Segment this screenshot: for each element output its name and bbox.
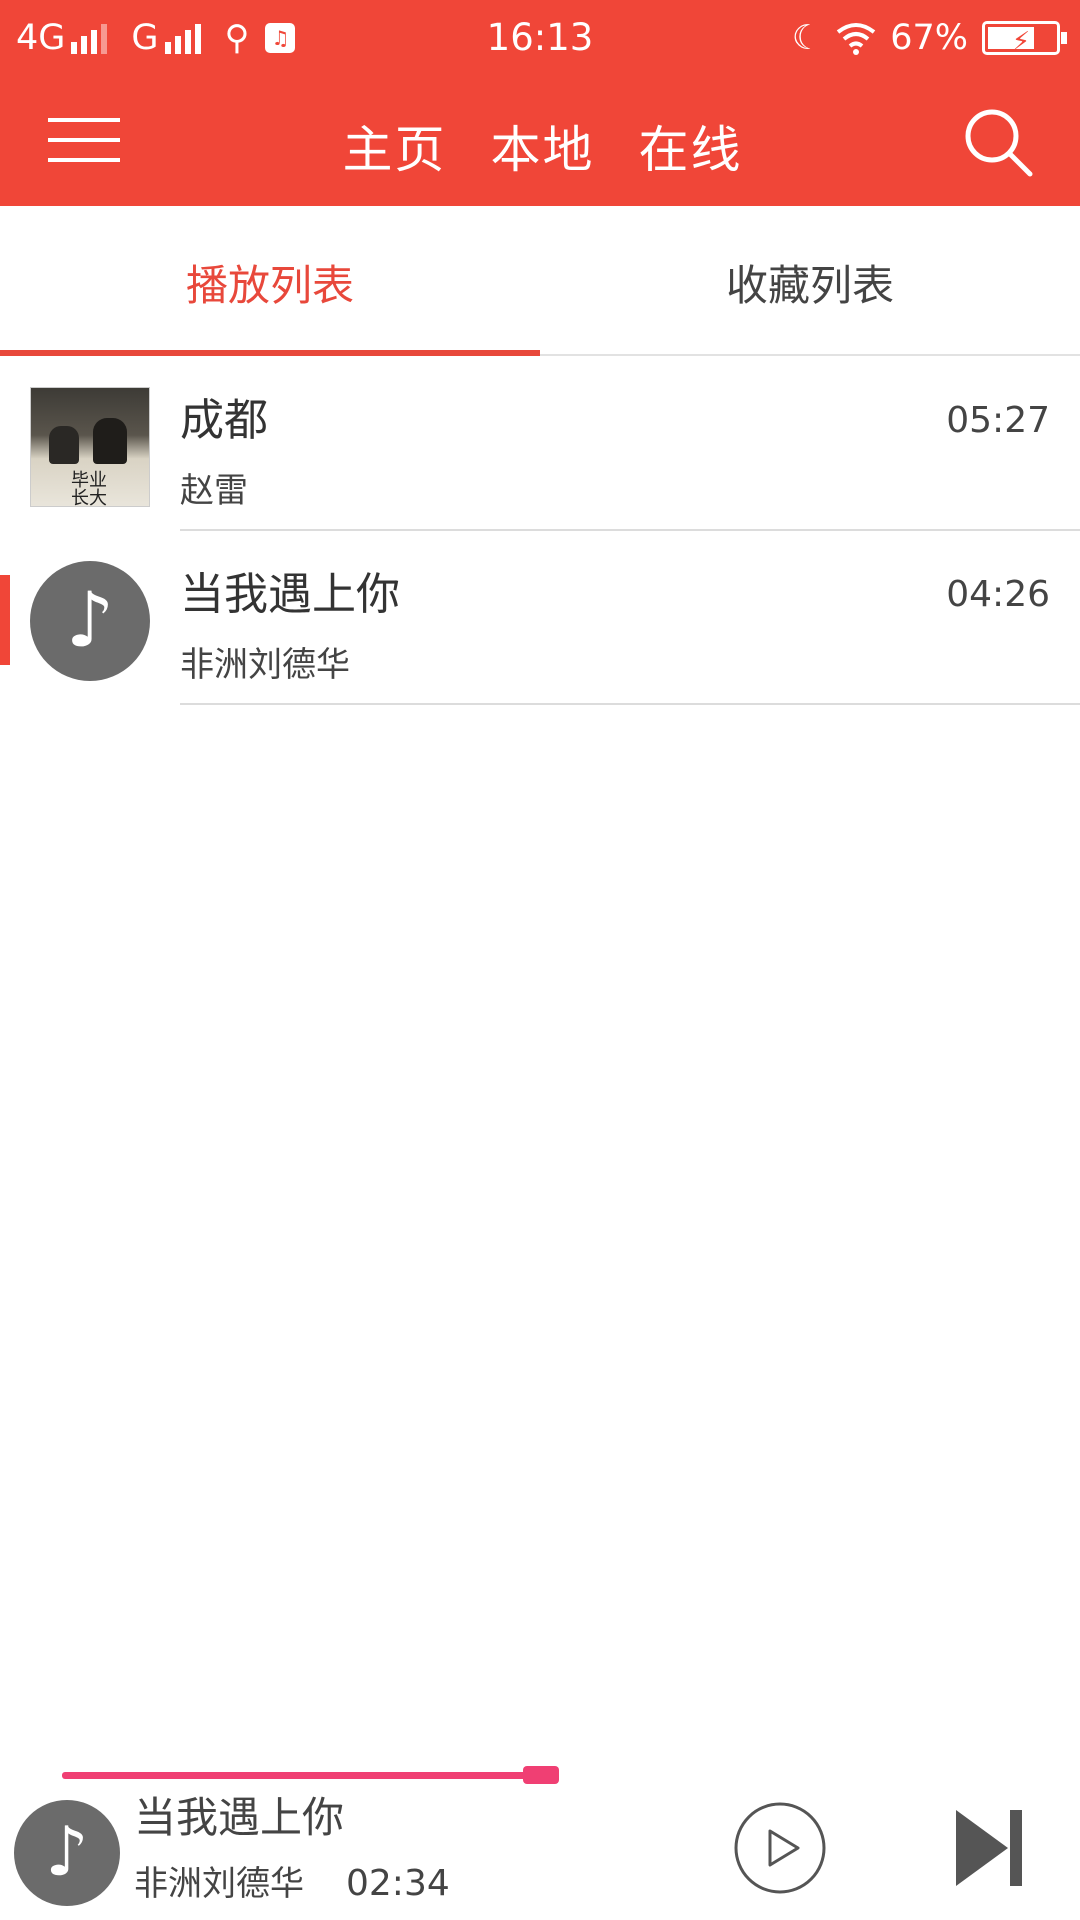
tab-local[interactable]: 本地 (491, 118, 595, 182)
music-note-icon: ♪ (30, 561, 150, 681)
tab-indicator (0, 350, 540, 356)
row-divider (180, 703, 1080, 705)
tab-favorites-list[interactable]: 收藏列表 (540, 206, 1080, 356)
player-title: 当我遇上你 (134, 1793, 345, 1842)
mini-player[interactable]: ♪ 当我遇上你 非洲刘德华 02:34 (0, 1760, 1080, 1920)
tab-home[interactable]: 主页 (343, 118, 447, 182)
player-elapsed-time: 02:34 (346, 1863, 450, 1904)
app-bar: 主页 本地 在线 (0, 80, 1080, 206)
battery-icon: ⚡ (982, 21, 1067, 57)
play-button[interactable] (732, 1800, 828, 1896)
status-bar: 4G G ⚲ ♫ 16:13 ☾ 67% ⚡ (0, 0, 1080, 80)
battery-percent: 67% (890, 18, 968, 58)
music-app: 4G G ⚲ ♫ 16:13 ☾ 67% ⚡ 主页 本地 在线 播放列表 收藏列… (0, 0, 1080, 1920)
header: 4G G ⚲ ♫ 16:13 ☾ 67% ⚡ 主页 本地 在线 (0, 0, 1080, 206)
now-playing-marker (0, 575, 10, 665)
tab-play-list[interactable]: 播放列表 (0, 206, 540, 356)
song-row-playing[interactable]: ♪ 当我遇上你 非洲刘德华 04:26 (0, 531, 1080, 705)
player-artist: 非洲刘德华 (134, 1864, 304, 1904)
album-cover: 毕业 长大 (30, 387, 150, 507)
wifi-icon (836, 23, 876, 55)
song-duration: 04:26 (946, 574, 1050, 615)
song-artist: 赵雷 (180, 471, 248, 511)
album-cover-text: 毕业 长大 (71, 470, 107, 507)
song-duration: 05:27 (946, 400, 1050, 441)
next-track-button[interactable] (956, 1808, 1024, 1888)
music-note-icon: ♪ (14, 1800, 120, 1906)
song-title: 当我遇上你 (180, 569, 400, 620)
list-tabs: 播放列表 收藏列表 (0, 206, 1080, 356)
search-icon[interactable] (958, 102, 1038, 182)
progress-thumb[interactable] (523, 1766, 559, 1784)
status-right: ☾ 67% ⚡ (791, 16, 1067, 60)
song-artist: 非洲刘德华 (180, 645, 350, 685)
progress-bar[interactable] (62, 1772, 559, 1779)
moon-icon: ☾ (791, 18, 823, 58)
song-list: 毕业 长大 成都 赵雷 05:27 ♪ 当我遇上你 非洲刘德华 04:26 (0, 357, 1080, 705)
tab-online[interactable]: 在线 (639, 118, 743, 182)
song-row[interactable]: 毕业 长大 成都 赵雷 05:27 (0, 357, 1080, 531)
song-title: 成都 (180, 395, 268, 446)
top-tabs: 主页 本地 在线 (0, 118, 1080, 182)
